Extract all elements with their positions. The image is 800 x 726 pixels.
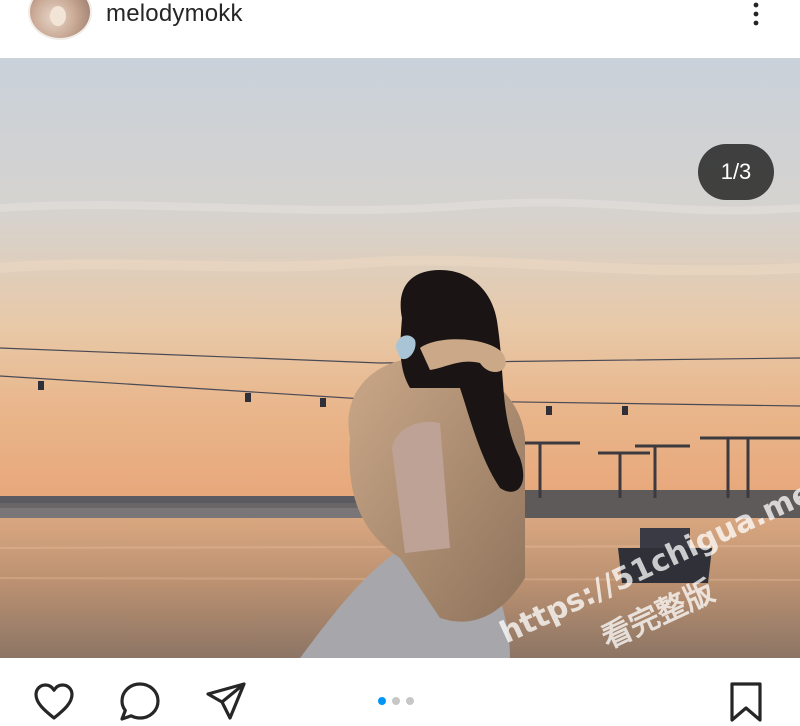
post-action-bar bbox=[0, 658, 800, 726]
username[interactable]: melodymokk bbox=[106, 0, 243, 28]
avatar-face bbox=[50, 6, 66, 26]
heart-icon[interactable] bbox=[32, 680, 76, 724]
avatar[interactable] bbox=[28, 0, 92, 40]
carousel-indicator bbox=[378, 697, 414, 705]
carousel-dot bbox=[406, 697, 414, 705]
comment-icon[interactable] bbox=[118, 680, 162, 724]
post-photo[interactable]: 1/3 https://51chigua.me 看完整版 bbox=[0, 58, 800, 658]
more-vertical-icon[interactable] bbox=[744, 2, 768, 26]
post-header: melodymokk bbox=[0, 0, 800, 58]
carousel-dot bbox=[392, 697, 400, 705]
carousel-dot-active bbox=[378, 697, 386, 705]
image-counter-badge: 1/3 bbox=[698, 144, 774, 200]
bookmark-icon[interactable] bbox=[726, 680, 766, 724]
send-icon[interactable] bbox=[204, 680, 248, 724]
